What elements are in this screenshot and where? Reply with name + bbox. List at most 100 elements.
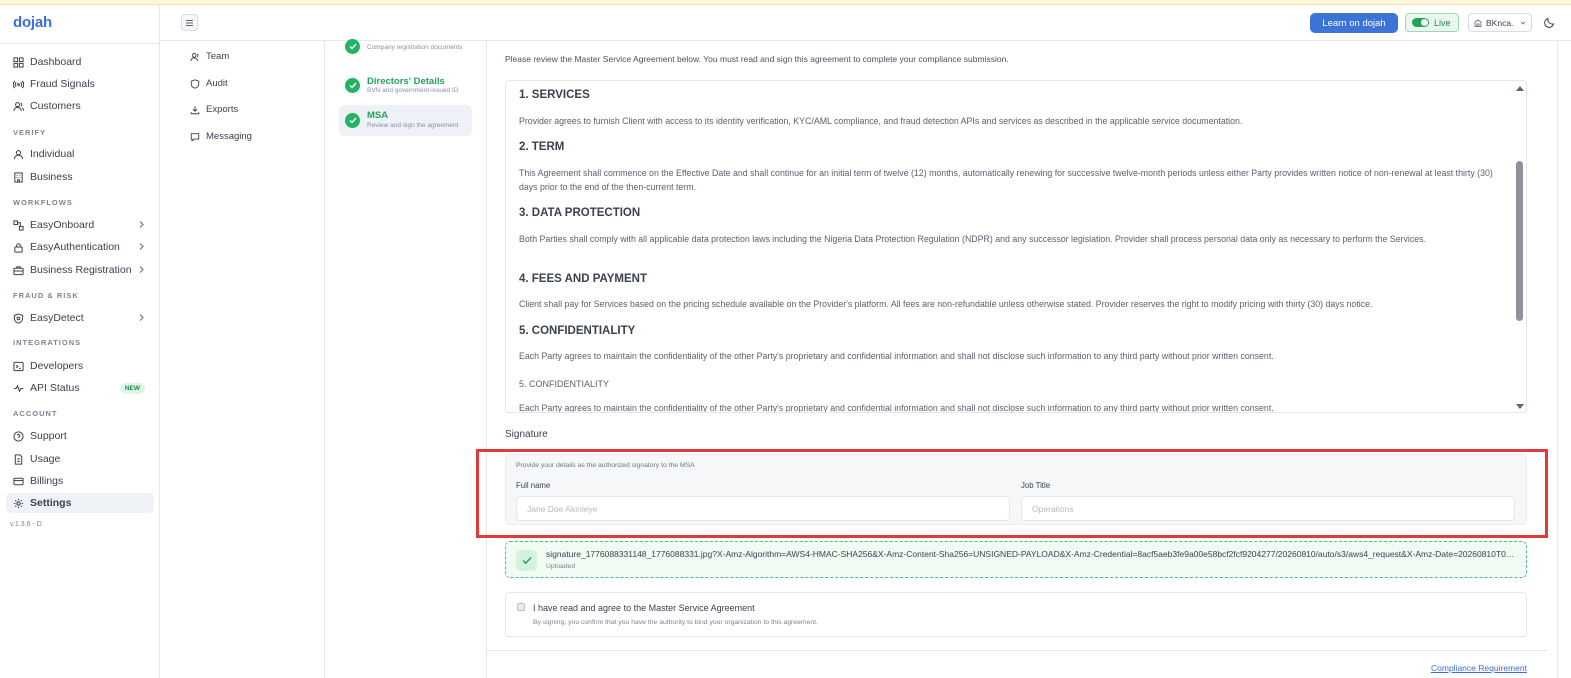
user-icon xyxy=(13,149,24,160)
msa-agreement-scrollbox[interactable]: 1. SERVICES Provider agrees to furnish C… xyxy=(505,80,1527,413)
sidebar-item-billings[interactable]: Billings xyxy=(6,471,154,491)
document-icon xyxy=(13,453,24,465)
settings-nav-exports[interactable]: Exports xyxy=(190,104,238,115)
msa-section-title-repeat: 5. CONFIDENTIALITY xyxy=(519,379,610,389)
live-mode-toggle[interactable]: Live xyxy=(1405,13,1459,32)
app-logo[interactable]: dojah xyxy=(13,14,52,31)
msa-consent-box: I have read and agree to the Master Serv… xyxy=(505,592,1527,637)
footer-divider xyxy=(487,650,1547,651)
sidebar-item-label: EasyDetect xyxy=(30,312,84,324)
msa-section-title: 2. TERM xyxy=(519,141,565,153)
chevron-right-icon xyxy=(139,221,144,228)
settings-nav-label: Messaging xyxy=(206,131,252,142)
card-icon xyxy=(13,476,24,487)
settings-nav-label: Audit xyxy=(206,78,228,89)
lock-icon xyxy=(13,242,24,253)
sidebar-item-label: Customers xyxy=(30,100,81,112)
step-description: Company registration documents xyxy=(367,44,463,51)
sidebar-item-developers[interactable]: Developers xyxy=(6,356,154,376)
section-integrations: INTEGRATIONS xyxy=(13,338,82,347)
msa-section-title: 1. SERVICES xyxy=(519,89,590,101)
agree-checkbox[interactable] xyxy=(517,603,525,611)
sidebar-item-settings[interactable]: Settings xyxy=(6,493,154,513)
help-icon xyxy=(13,430,24,442)
msa-section-title: 5. CONFIDENTIALITY xyxy=(519,325,636,337)
menu-icon xyxy=(186,19,193,26)
step-title: Directors' Details xyxy=(367,76,445,87)
organization-select[interactable]: BKnca. xyxy=(1468,13,1532,32)
section-workflows: WORKFLOWS xyxy=(13,198,73,207)
step-description: BVN and government-issued ID xyxy=(367,87,459,94)
menu-toggle-button[interactable] xyxy=(181,14,198,31)
sidebar-item-easyonboard[interactable]: EasyOnboard xyxy=(6,215,154,235)
msa-section-title: 3. DATA PROTECTION xyxy=(519,207,641,219)
chevron-right-icon xyxy=(139,266,144,273)
msa-section-body: Each Party agrees to maintain the confid… xyxy=(519,351,1274,361)
sidebar-item-label: EasyOnboard xyxy=(30,219,95,231)
sidebar-item-easydetect[interactable]: EasyDetect xyxy=(6,308,154,328)
users-icon xyxy=(13,101,24,112)
check-icon xyxy=(345,78,360,93)
chevron-right-icon xyxy=(139,243,144,250)
upload-success-check-icon xyxy=(516,550,537,571)
sidebar-item-api-status[interactable]: API Status NEW xyxy=(6,378,154,398)
sidebar-item-easyauthentication[interactable]: EasyAuthentication xyxy=(6,237,154,257)
check-icon xyxy=(345,113,360,128)
sidebar-item-label: Usage xyxy=(30,453,61,465)
msa-section-body: This Agreement shall commence on the Eff… xyxy=(519,168,1493,192)
compliance-requirement-link[interactable]: Compliance Requirement xyxy=(1431,663,1527,673)
step-msa[interactable]: MSA Review and sign the agreement xyxy=(339,105,472,136)
sidebar-item-business[interactable]: Business xyxy=(6,167,154,187)
check-icon xyxy=(345,39,360,54)
settings-nav-audit[interactable]: Audit xyxy=(190,78,228,89)
signature-upload-file[interactable]: signature_1776088331148_1776088331.jpg?X… xyxy=(505,541,1527,578)
building-icon xyxy=(1474,18,1486,27)
sidebar-item-label: Billings xyxy=(30,475,64,487)
settings-nav-messaging[interactable]: Messaging xyxy=(190,131,252,142)
sidebar-item-label: Fraud Signals xyxy=(30,78,95,90)
sidebar-item-label: EasyAuthentication xyxy=(30,241,120,253)
download-icon xyxy=(190,105,200,114)
pulse-icon xyxy=(13,383,24,394)
message-icon xyxy=(190,132,200,142)
app-version: v.1.3.6 - D xyxy=(10,521,42,528)
shield-icon xyxy=(13,312,24,324)
briefcase-icon xyxy=(13,265,24,276)
sidebar-item-label: Support xyxy=(30,430,67,442)
step-title: MSA xyxy=(367,110,389,121)
learn-on-dojah-button[interactable]: Learn on dojah xyxy=(1310,13,1398,33)
msa-section-title: 4. FEES AND PAYMENT xyxy=(519,273,648,285)
live-label: Live xyxy=(1434,17,1451,28)
agree-checkbox-label[interactable]: I have read and agree to the Master Serv… xyxy=(533,603,755,613)
upload-status: Uploaded xyxy=(546,563,576,570)
scrollbar-thumb[interactable] xyxy=(1516,161,1523,321)
shield-icon xyxy=(190,78,200,89)
sidebar-item-label: Settings xyxy=(30,497,72,509)
msa-section-body: Both Parties shall comply with all appli… xyxy=(519,234,1427,244)
chevron-down-icon xyxy=(1520,21,1526,25)
terminal-icon xyxy=(13,361,24,372)
msa-intro-text: Please review the Master Service Agreeme… xyxy=(505,54,1009,64)
grid-icon xyxy=(13,56,24,68)
sidebar-item-individual[interactable]: Individual xyxy=(6,144,154,164)
scroll-up-arrow-icon[interactable] xyxy=(1516,86,1524,91)
section-fraud-risk: FRAUD & RISK xyxy=(13,291,79,300)
sidebar-item-support[interactable]: Support xyxy=(6,426,154,446)
sidebar-item-fraud-signals[interactable]: Fraud Signals xyxy=(6,74,154,94)
msa-section-body-repeat: Each Party agrees to maintain the confid… xyxy=(519,403,1274,413)
dark-mode-moon-icon[interactable] xyxy=(1544,17,1555,28)
sidebar-item-dashboard[interactable]: Dashboard xyxy=(6,52,154,72)
toggle-switch xyxy=(1412,18,1429,27)
settings-nav-team[interactable]: Team xyxy=(190,51,229,62)
signature-heading: Signature xyxy=(505,429,548,440)
users-icon xyxy=(190,52,199,61)
sidebar-item-usage[interactable]: Usage xyxy=(6,449,154,469)
agreement-scrollbar[interactable] xyxy=(1512,81,1526,412)
scroll-down-arrow-icon[interactable] xyxy=(1516,404,1524,409)
step-directors-details[interactable]: Directors' Details BVN and government-is… xyxy=(339,74,472,98)
sidebar-item-business-registration[interactable]: Business Registration xyxy=(6,260,154,280)
step-company-documents[interactable]: Company registration documents xyxy=(339,39,472,65)
sidebar-item-label: Business xyxy=(30,171,73,183)
sidebar-item-customers[interactable]: Customers xyxy=(6,96,154,116)
msa-main-panel: Please review the Master Service Agreeme… xyxy=(487,41,1547,678)
